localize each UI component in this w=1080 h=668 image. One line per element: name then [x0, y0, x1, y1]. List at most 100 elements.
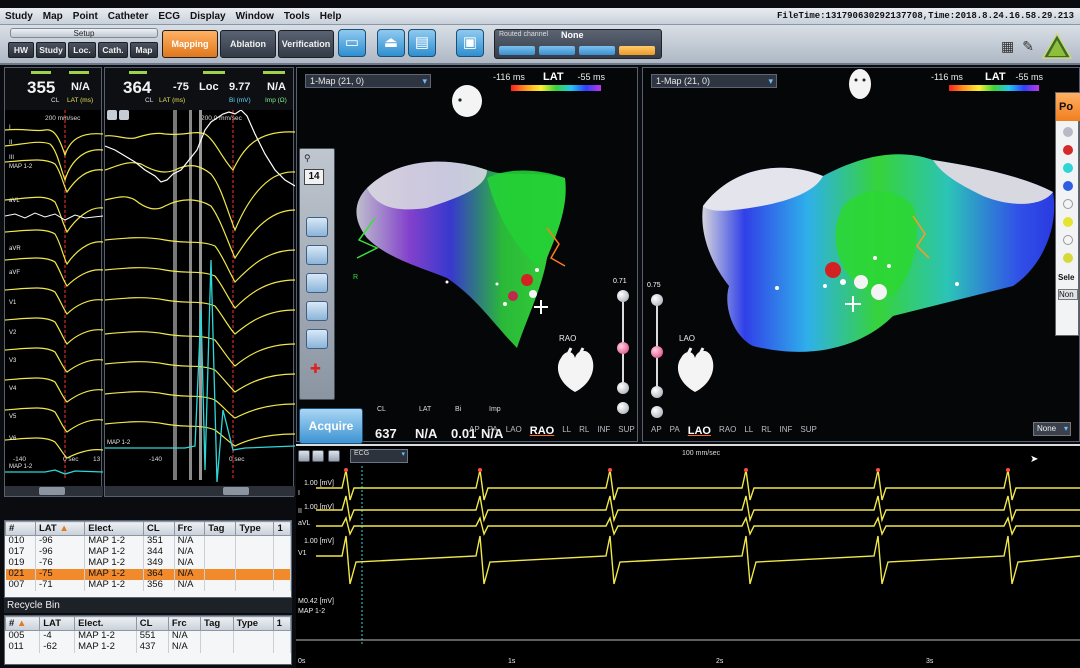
legend-header[interactable]: Po	[1056, 93, 1080, 121]
slider-knob[interactable]	[651, 294, 663, 306]
col-lat[interactable]: LAT ▲	[34, 521, 86, 536]
tab-ablation[interactable]: Ablation	[220, 30, 276, 58]
menu-map[interactable]: Map	[38, 11, 68, 22]
legend-color-dot[interactable]	[1063, 199, 1073, 209]
col-frc[interactable]: Frc	[167, 616, 201, 631]
tab-loc[interactable]: Loc.	[68, 42, 96, 58]
slider-knob[interactable]	[651, 406, 663, 418]
legend-color-dot[interactable]	[1063, 163, 1073, 173]
egm-right-scrollbar[interactable]	[105, 486, 295, 496]
opacity-slider[interactable]: 0.71	[613, 278, 629, 420]
settings-icon[interactable]	[328, 450, 340, 462]
view-sup[interactable]: SUP	[800, 425, 816, 437]
lao-3d-map[interactable]	[693, 146, 1063, 366]
table-row[interactable]: 019 -76 MAP 1-2 349 N/A	[5, 557, 291, 569]
tab-cath[interactable]: Cath.	[98, 42, 128, 58]
zoom-in-icon[interactable]	[298, 450, 310, 462]
tab-mapping[interactable]: Mapping	[162, 30, 218, 58]
view-ap[interactable]: AP	[651, 425, 662, 437]
view-sup[interactable]: SUP	[618, 425, 634, 437]
menu-study[interactable]: Study	[0, 11, 38, 22]
rao-3d-map[interactable]	[337, 148, 577, 358]
legend-color-dot[interactable]	[1063, 253, 1073, 263]
zoom-out-icon[interactable]	[312, 450, 324, 462]
acquire-button[interactable]: Acquire	[299, 408, 363, 444]
legend-color-dot[interactable]	[1063, 127, 1073, 137]
slider-knob[interactable]	[651, 386, 663, 398]
egm-left-scrollbar[interactable]	[5, 486, 103, 496]
legend-color-dot[interactable]	[1063, 145, 1073, 155]
view-pa[interactable]: PA	[488, 425, 498, 437]
map-tool-button[interactable]	[306, 245, 328, 265]
col-cl[interactable]: CL	[143, 521, 175, 536]
channel-chip[interactable]	[539, 46, 575, 55]
menu-catheter[interactable]: Catheter	[103, 11, 154, 22]
col-type[interactable]: Type	[232, 616, 274, 631]
slider-track[interactable]	[656, 298, 658, 388]
map-title-dropdown[interactable]: 1-Map (21, 0) ▾	[305, 74, 431, 88]
map-tool-button[interactable]	[306, 217, 328, 237]
table-row[interactable]: 011 -62 MAP 1-2 437 N/A	[5, 641, 292, 653]
view-rl[interactable]: RL	[761, 425, 771, 437]
legend-none-dropdown[interactable]: Non	[1058, 289, 1078, 300]
slider-track[interactable]	[622, 294, 624, 384]
tab-study[interactable]: Study	[36, 42, 66, 58]
view-inf[interactable]: INF	[779, 425, 792, 437]
table-row[interactable]: 005 -4 MAP 1-2 551 N/A	[5, 630, 292, 642]
opacity-slider[interactable]: 0.75	[647, 282, 663, 424]
view-rl[interactable]: RL	[579, 425, 589, 437]
col-lat[interactable]: LAT	[39, 616, 76, 631]
slider-knob[interactable]	[617, 382, 629, 394]
table-row-selected[interactable]: 021 -75 MAP 1-2 364 N/A	[5, 568, 291, 580]
col-extra[interactable]: 1	[273, 521, 291, 536]
channel-chip[interactable]	[579, 46, 615, 55]
slider-knob[interactable]	[617, 402, 629, 414]
legend-color-dot[interactable]	[1063, 217, 1073, 227]
routed-channel-value[interactable]: None	[561, 30, 584, 40]
view-ll[interactable]: LL	[744, 425, 753, 437]
marker-icon[interactable]: ✚	[310, 361, 321, 377]
scroll-thumb[interactable]	[39, 487, 65, 495]
view-inf[interactable]: INF	[597, 425, 610, 437]
none-dropdown[interactable]: None ▾	[1033, 422, 1071, 436]
legend-color-dot[interactable]	[1063, 181, 1073, 191]
channel-chip[interactable]	[499, 46, 535, 55]
eject-icon[interactable]: ⏏	[377, 29, 405, 57]
view-lao-active[interactable]: LAO	[688, 425, 711, 437]
menu-tools[interactable]: Tools	[279, 11, 315, 22]
channel-chip-active[interactable]	[619, 46, 655, 55]
window-icon[interactable]: ▤	[408, 29, 436, 57]
menu-ecg[interactable]: ECG	[153, 11, 185, 22]
col-number[interactable]: # ▲	[4, 616, 41, 631]
col-electrode[interactable]: Elect.	[84, 521, 144, 536]
tab-map[interactable]: Map	[130, 42, 158, 58]
col-tag[interactable]: Tag	[204, 521, 237, 536]
view-rao-active[interactable]: RAO	[530, 425, 554, 437]
menu-point[interactable]: Point	[68, 11, 103, 22]
col-type[interactable]: Type	[235, 521, 275, 536]
map-tool-button[interactable]	[306, 273, 328, 293]
menu-window[interactable]: Window	[231, 11, 279, 22]
point-counter[interactable]: 14	[304, 169, 324, 185]
table-row[interactable]: 007 -71 MAP 1-2 356 N/A	[5, 579, 291, 591]
view-rao[interactable]: RAO	[719, 425, 736, 437]
view-ll[interactable]: LL	[562, 425, 571, 437]
tab-verification[interactable]: Verification	[278, 30, 334, 58]
menu-help[interactable]: Help	[315, 11, 347, 22]
tab-hw[interactable]: HW	[8, 42, 34, 58]
scroll-thumb[interactable]	[223, 487, 249, 495]
map-tool-button[interactable]	[306, 301, 328, 321]
slider-knob[interactable]	[617, 342, 629, 354]
filter-icon[interactable]: ⚲	[304, 153, 311, 164]
col-electrode[interactable]: Elect.	[74, 616, 137, 631]
map-tool-button[interactable]	[306, 329, 328, 349]
map-title-dropdown[interactable]: 1-Map (21, 0) ▾	[651, 74, 777, 88]
col-number[interactable]: #	[5, 521, 36, 536]
legend-color-dot[interactable]	[1063, 235, 1073, 245]
col-extra[interactable]: 1	[272, 616, 292, 631]
hardware-icon[interactable]: ▦	[1001, 38, 1014, 55]
display-icon[interactable]: ▭	[338, 29, 366, 57]
view-lao[interactable]: LAO	[506, 425, 522, 437]
monitor-icon[interactable]: ▣	[456, 29, 484, 57]
table-row[interactable]: 017 -96 MAP 1-2 344 N/A	[5, 546, 291, 558]
